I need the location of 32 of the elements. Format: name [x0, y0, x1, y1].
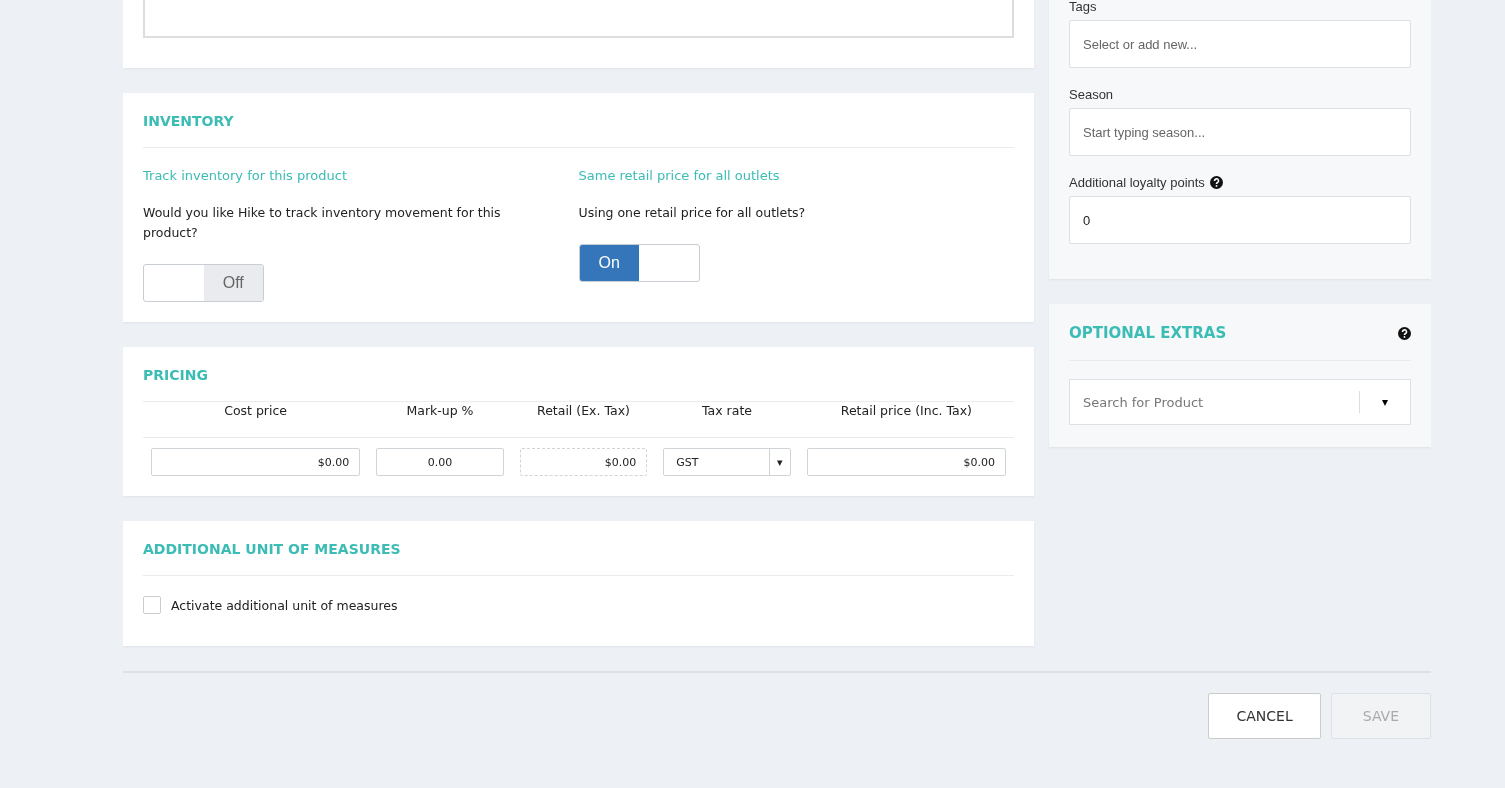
input-field[interactable]: Select or add new...	[1069, 20, 1411, 68]
price-field: $0.00	[519, 448, 648, 476]
toggle-switch[interactable]: On	[578, 244, 700, 282]
help-icon[interactable]	[1209, 175, 1223, 189]
checkbox-label: Activate additional unit of measures	[171, 597, 398, 613]
price-field[interactable]: $0.00	[151, 448, 361, 476]
markup-field[interactable]: 0.00	[376, 448, 504, 476]
field-label: Tags	[1069, 0, 1097, 14]
help-icon[interactable]	[1398, 326, 1411, 340]
section-title: INVENTORY	[143, 113, 235, 129]
field-label: Season	[1069, 86, 1114, 102]
column-header: Mark-up %	[406, 403, 474, 418]
option-question: Would you like Hike to track inventory movement for this product?	[143, 204, 502, 242]
field-label: Additional loyalty points	[1069, 174, 1205, 190]
toggle-switch[interactable]: Off	[143, 264, 264, 302]
tax-rate-select[interactable]: GST ▾	[663, 448, 791, 476]
column-header: Cost price	[224, 403, 288, 418]
input-field[interactable]: 0	[1069, 196, 1411, 244]
section-title: PRICING	[143, 367, 209, 383]
input-field[interactable]: Start typing season...	[1069, 108, 1411, 156]
column-header: Retail price (Inc. Tax)	[840, 403, 972, 418]
action-button[interactable]: CANCEL	[1208, 693, 1321, 739]
product-search-select[interactable]: Search for Product ▾	[1069, 379, 1411, 425]
column-header: Tax rate	[702, 403, 752, 418]
checkbox[interactable]	[143, 596, 161, 614]
section-title: ADDITIONAL UNIT OF MEASURES	[143, 541, 402, 557]
option-heading: Same retail price for all outlets	[578, 168, 781, 183]
option-question: Using one retail price for all outlets?	[578, 204, 807, 222]
column-header: Retail (Ex. Tax)	[537, 403, 630, 418]
option-heading: Track inventory for this product	[143, 168, 348, 183]
section-title: OPTIONAL EXTRAS	[1069, 324, 1227, 342]
price-field[interactable]: $0.00	[806, 448, 1006, 476]
